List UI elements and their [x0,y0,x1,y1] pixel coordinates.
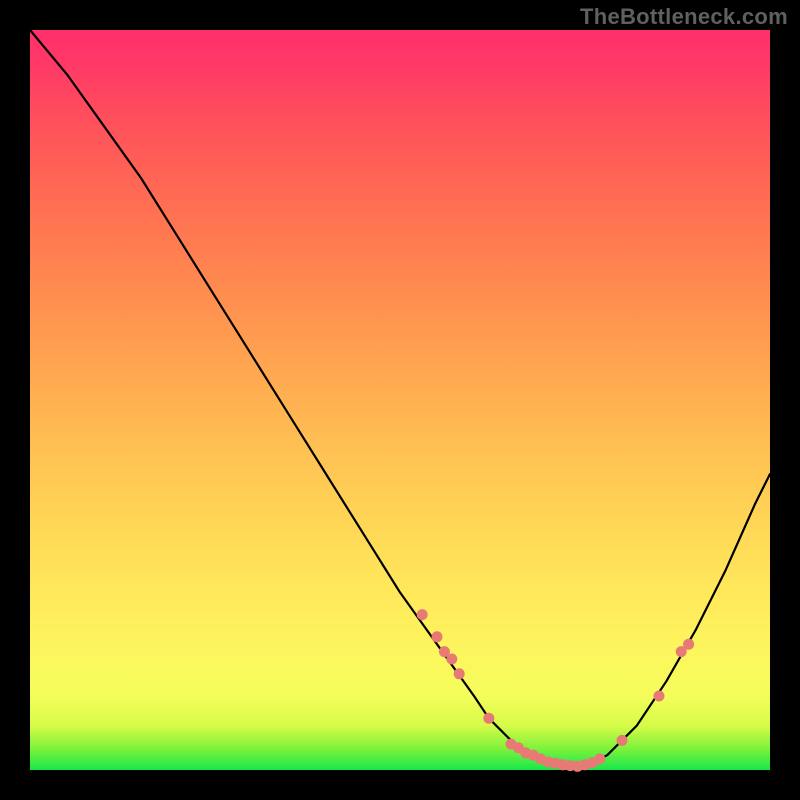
curve-marker [432,631,443,642]
marker-group [417,609,694,772]
chart-root: TheBottleneck.com [0,0,800,800]
watermark-text: TheBottleneck.com [580,4,788,30]
chart-svg [30,30,770,770]
plot-area [30,30,770,770]
curve-marker [446,654,457,665]
curve-marker [417,609,428,620]
curve-marker [483,713,494,724]
curve-marker [617,735,628,746]
curve-marker [683,639,694,650]
curve-marker [654,691,665,702]
curve-marker [594,753,605,764]
bottleneck-curve [30,30,770,766]
curve-marker [454,668,465,679]
